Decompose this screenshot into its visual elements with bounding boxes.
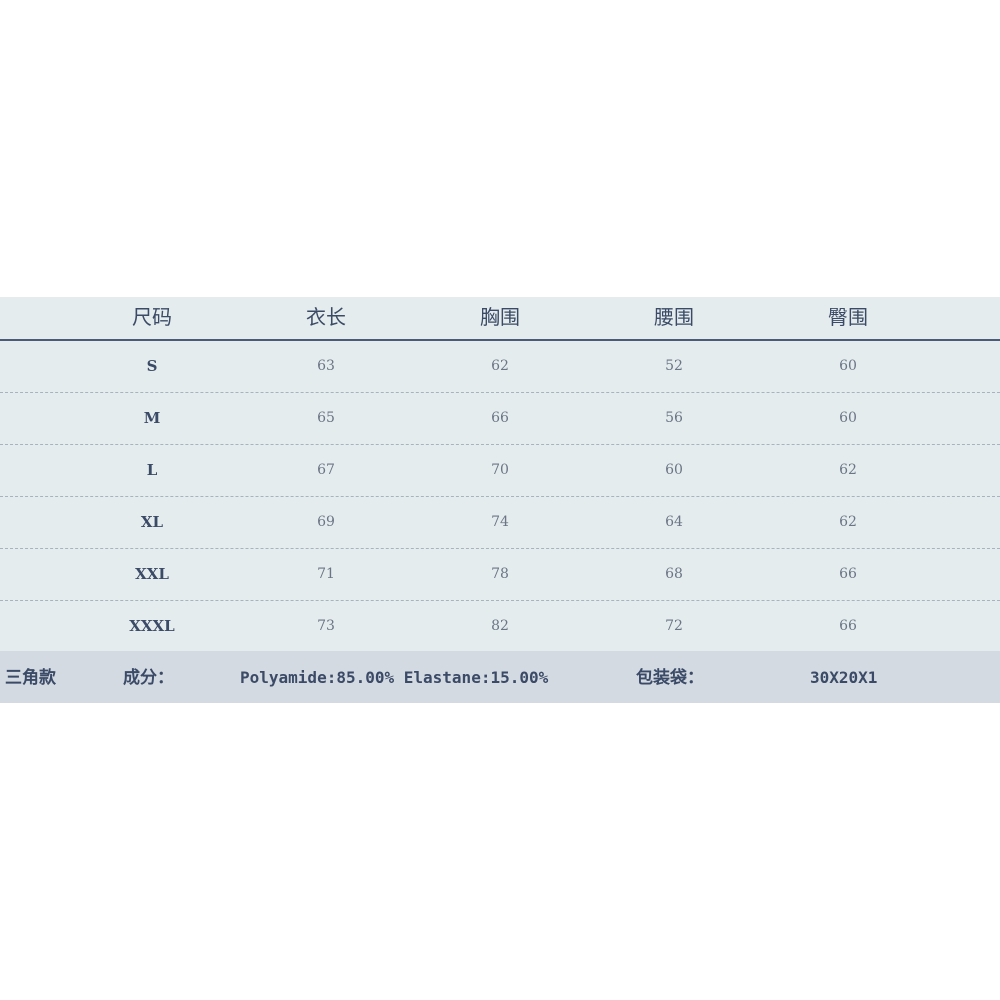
length-cell: 69 xyxy=(317,514,335,530)
hip-cell: 66 xyxy=(839,566,857,582)
table-row: L 67 70 60 62 xyxy=(0,445,1000,497)
product-info-footer: 三角款 成分： Polyamide:85.00% Elastane:15.00%… xyxy=(0,651,1000,703)
hip-cell: 62 xyxy=(839,514,857,530)
length-cell: 65 xyxy=(317,410,335,426)
bag-label: 包装袋： xyxy=(636,668,704,688)
length-cell: 73 xyxy=(317,618,335,634)
size-cell: XXXL xyxy=(129,617,175,635)
hip-cell: 66 xyxy=(839,618,857,634)
hip-cell: 62 xyxy=(839,462,857,478)
header-hip: 臀围 xyxy=(828,305,868,329)
length-cell: 63 xyxy=(317,358,335,374)
header-size: 尺码 xyxy=(132,305,172,329)
hip-cell: 60 xyxy=(839,410,857,426)
waist-cell: 68 xyxy=(665,566,683,582)
chest-cell: 62 xyxy=(491,358,509,374)
size-cell: L xyxy=(146,461,158,479)
length-cell: 71 xyxy=(317,566,335,582)
chest-cell: 74 xyxy=(491,514,509,530)
waist-cell: 52 xyxy=(665,358,683,374)
chest-cell: 66 xyxy=(491,410,509,426)
waist-cell: 64 xyxy=(665,514,683,530)
length-cell: 67 xyxy=(317,462,335,478)
table-header-row: 尺码 衣长 胸围 腰围 臀围 xyxy=(0,297,1000,341)
chest-cell: 70 xyxy=(491,462,509,478)
table-row: XL 69 74 64 62 xyxy=(0,497,1000,549)
size-cell: M xyxy=(143,409,161,427)
waist-cell: 60 xyxy=(665,462,683,478)
size-chart-table: 尺码 衣长 胸围 腰围 臀围 S 63 62 52 60 M 65 66 56 … xyxy=(0,297,1000,654)
waist-cell: 72 xyxy=(665,618,683,634)
table-row: S 63 62 52 60 xyxy=(0,341,1000,393)
table-row: M 65 66 56 60 xyxy=(0,393,1000,445)
header-waist: 腰围 xyxy=(654,305,694,329)
size-cell: XXL xyxy=(135,565,169,583)
style-label: 三角款 xyxy=(5,668,56,688)
composition-label: 成分： xyxy=(123,668,174,688)
size-cell: S xyxy=(146,357,158,375)
composition-value: Polyamide:85.00% Elastane:15.00% xyxy=(240,668,549,687)
chest-cell: 78 xyxy=(491,566,509,582)
table-row: XXXL 73 82 72 66 xyxy=(0,601,1000,654)
waist-cell: 56 xyxy=(665,410,683,426)
header-chest: 胸围 xyxy=(480,305,520,329)
table-row: XXL 71 78 68 66 xyxy=(0,549,1000,601)
size-cell: XL xyxy=(140,513,164,531)
hip-cell: 60 xyxy=(839,358,857,374)
bag-value: 30X20X1 xyxy=(810,668,878,687)
header-length: 衣长 xyxy=(306,305,346,329)
chest-cell: 82 xyxy=(491,618,509,634)
